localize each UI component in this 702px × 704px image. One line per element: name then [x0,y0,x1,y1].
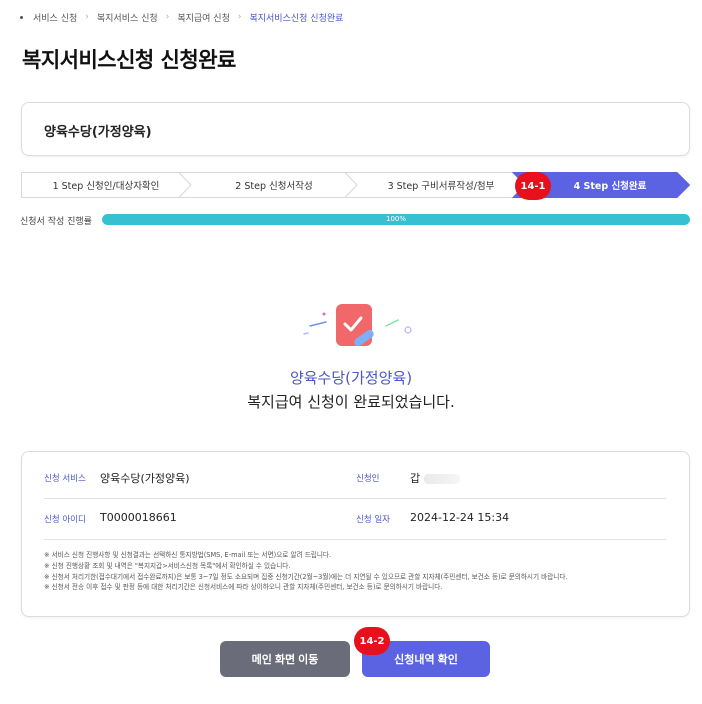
chevron-right-icon: › [85,12,89,22]
notice-item: ※ 신청서 처리기한(접수대기에서 접수완료까지)은 보통 3~7일 정도 소요… [44,572,568,581]
breadcrumb: 서비스 신청 › 복지서비스 신청 › 복지급여 신청 › 복지서비스신청 신청… [20,10,343,24]
masked-name [424,474,461,484]
notice-list: ※ 서비스 신청 진행사항 및 신청결과는 선택하신 통지방법(SMS, E-m… [44,550,674,593]
breadcrumb-item-service[interactable]: 서비스 신청 [33,11,77,24]
go-main-button[interactable]: 메인 화면 이동 [220,641,350,677]
chevron-right-icon: › [237,12,242,22]
annotation-badge-14-2: 14-2 [354,627,390,655]
step-3: 3 Step 구비서류작성/첨부 [387,181,495,192]
notice-item: ※ 서비스 신청 진행사항 및 신청결과는 선택하신 통지방법(SMS, E-m… [44,551,332,559]
step-4-active: 4 Step 신청완료 [573,181,647,192]
progress-bar: 100% [102,214,690,225]
service-label: 신청 서비스 [44,474,86,484]
notice-item: ※ 신청서 전송 이후 접수 및 판정 등에 대한 처리기간은 신청서비스에 따… [44,583,443,592]
annotation-badge-14-1: 14-1 [515,172,551,200]
info-row: 신청 서비스 양육수당(가정양육) 신청인 갑 [44,459,666,499]
applicant-value-wrap: 갑 [410,470,461,486]
breadcrumb-item-welfare-service[interactable]: 복지서비스 신청 [97,11,158,24]
completed-service-name: 양육수당(가정양육) [289,369,413,387]
completion-clipboard-icon [303,304,412,347]
breadcrumb-item-current: 복지서비스신청 신청완료 [249,13,344,24]
applicant-value: 갑 [410,472,421,485]
completion-message: 복지급여 신청이 완료되었습니다. [247,393,455,411]
notice-item: ※ 신청 진행상황 조회 및 내역은 "복지지갑>서비스신청 목록"에서 확인하… [44,561,291,570]
step-2: 2 Step 신청서작성 [235,181,313,192]
service-name: 양육수당(가정양육) [44,125,152,140]
applicant-label: 신청인 [356,474,380,484]
step-indicator: 1 Step 신청인/대상자확인 2 Step 신청서작성 3 Step 구비서… [21,172,690,198]
info-row: 신청 아이디 T0000018661 신청 일자 2024-12-24 15:3… [44,500,666,540]
service-value: 양육수당(가정양육) [100,472,190,485]
service-summary-box: 양육수당(가정양육) [21,102,690,156]
progress-percent: 100% [385,215,406,223]
date-value: 2024-12-24 15:34 [410,511,510,524]
progress-label: 신청서 작성 진행률 [20,217,92,227]
id-value: T0000018661 [100,511,177,524]
step-1: 1 Step 신청인/대상자확인 [52,181,160,192]
date-label: 신청 일자 [356,515,390,525]
home-dot-icon [20,15,23,19]
chevron-right-icon: › [165,12,170,22]
breadcrumb-item-welfare-benefit[interactable]: 복지급여 신청 [177,11,230,24]
application-info-box: 신청 서비스 양육수당(가정양육) 신청인 갑 신청 아이디 T00000186… [21,451,690,617]
page-title: 복지서비스신청 신청완료 [22,48,236,72]
id-label: 신청 아이디 [44,515,86,525]
